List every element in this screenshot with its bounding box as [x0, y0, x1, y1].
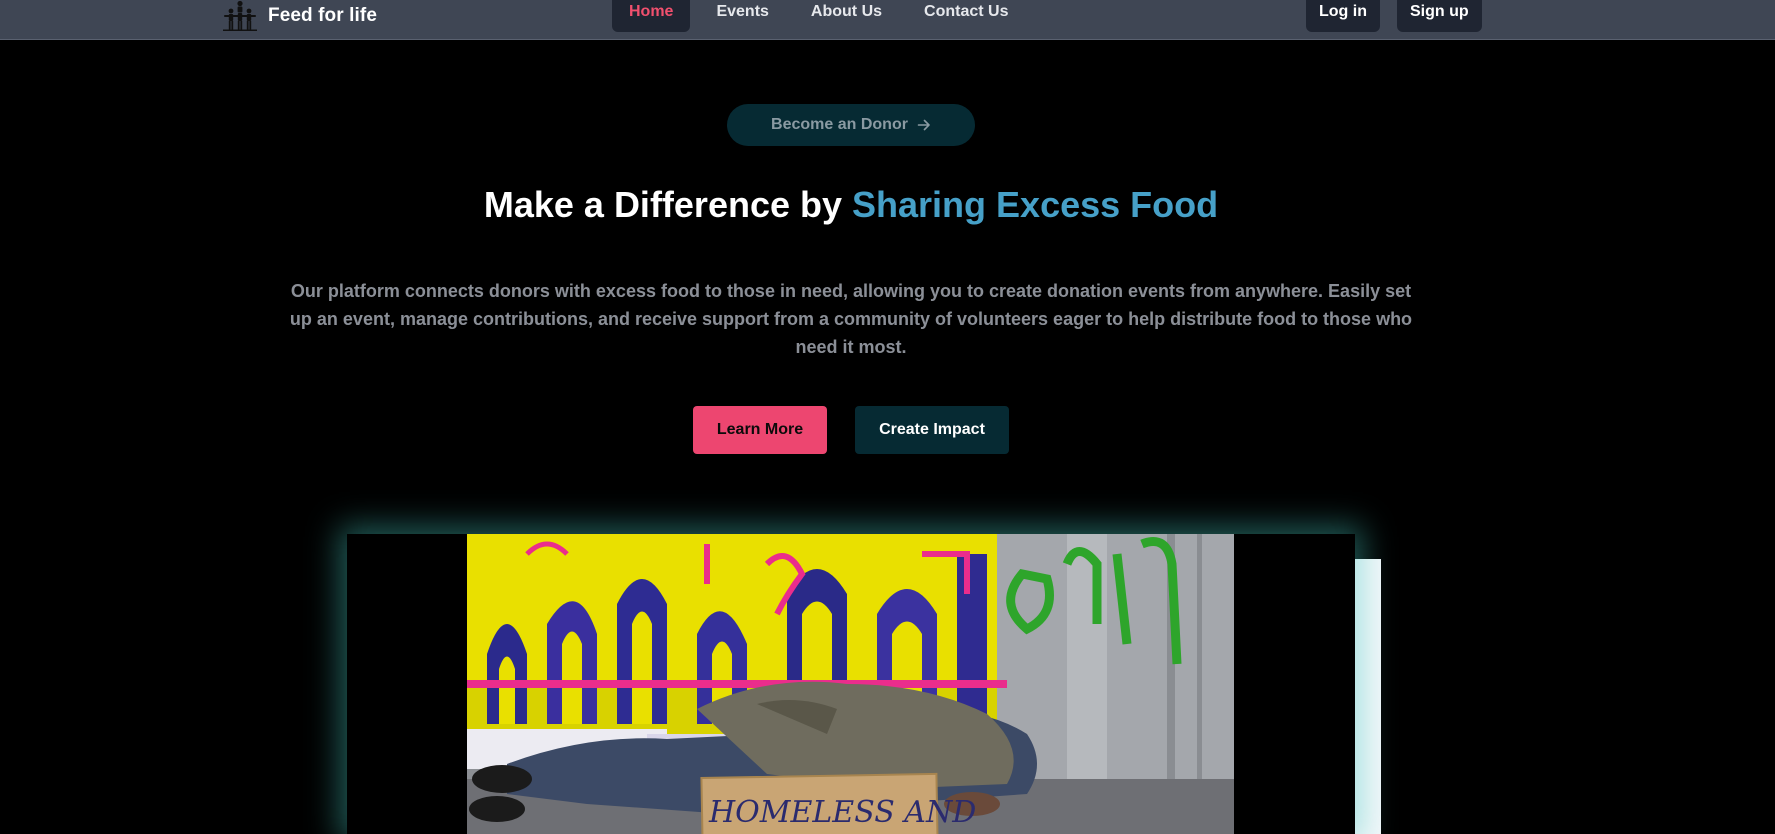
people-logo-icon [223, 0, 257, 31]
nav-link-home[interactable]: Home [612, 0, 691, 32]
media-side-panel [1355, 559, 1381, 834]
headline-plain: Make a Difference by [483, 184, 853, 225]
signup-button[interactable]: Sign up [1396, 0, 1482, 32]
create-impact-button[interactable]: Create Impact [855, 406, 1009, 454]
auth-buttons: Log in Sign up [1306, 0, 1482, 32]
hero-headline: Make a Difference by Sharing Excess Food [0, 184, 1702, 226]
arrow-right-icon [917, 119, 930, 131]
nav-link-contact-us[interactable]: Contact Us [908, 0, 1024, 32]
nav-link-about-us[interactable]: About Us [795, 0, 898, 32]
brand[interactable]: Feed for life [222, 0, 377, 32]
brand-name: Feed for life [268, 5, 377, 26]
hero-description: Our platform connects donors with excess… [289, 281, 1413, 357]
login-button[interactable]: Log in [1306, 0, 1380, 32]
nav-link-events[interactable]: Events [700, 0, 784, 32]
main-nav: Home Events About Us Contact Us [612, 0, 1034, 32]
navbar: Feed for life Home Events About Us Conta… [0, 0, 1775, 40]
sign-text: HOMELESS AND [708, 795, 976, 830]
headline-accent: Sharing Excess Food [852, 184, 1219, 225]
become-donor-button[interactable]: Become an Donor [727, 104, 975, 146]
homeless-person-photo: HOMELESS AND [467, 534, 1234, 834]
learn-more-button[interactable]: Learn More [693, 406, 827, 454]
become-donor-label: Become an Donor [771, 116, 908, 133]
hero-media-frame: HOMELESS AND [347, 534, 1355, 834]
